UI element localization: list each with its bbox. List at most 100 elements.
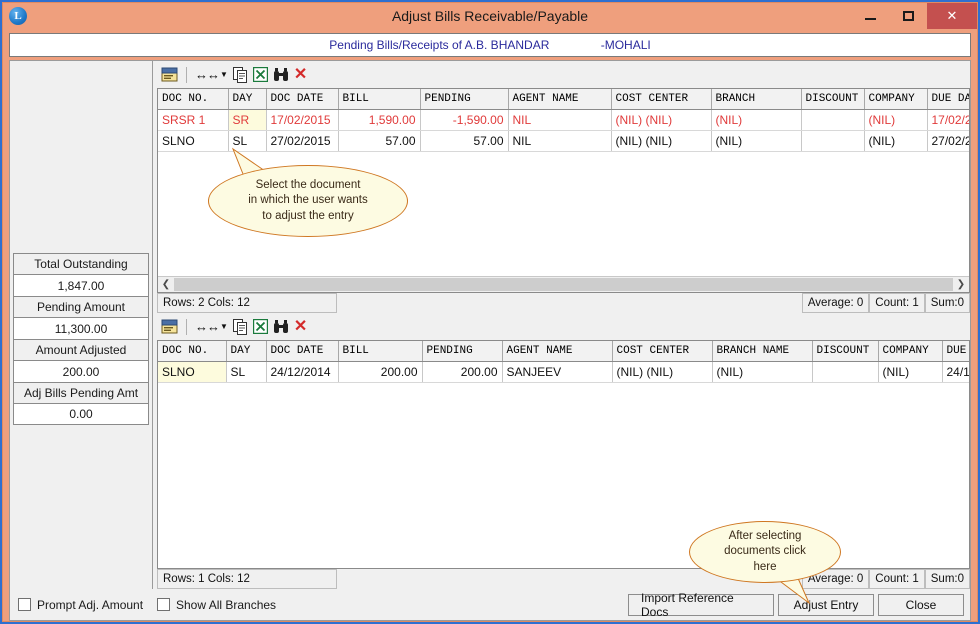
stat-label-amount-adjusted: Amount Adjusted bbox=[13, 339, 149, 360]
top-grid-horizontal-scrollbar[interactable]: ❮ ❯ bbox=[158, 276, 969, 292]
form-icon[interactable] bbox=[161, 317, 178, 337]
table-row[interactable]: SLNO SL 24/12/2014 200.00 200.00 SANJEEV… bbox=[158, 361, 969, 382]
col-branch[interactable]: BRANCH bbox=[711, 89, 801, 109]
cell-pending[interactable]: 200.00 bbox=[422, 361, 502, 382]
cell-branch[interactable]: (NIL) bbox=[711, 109, 801, 130]
find-binoculars-icon[interactable] bbox=[273, 65, 289, 85]
close-button[interactable]: ✕ bbox=[927, 3, 977, 29]
cell-company[interactable]: (NIL) bbox=[864, 130, 927, 151]
cell-branch-name[interactable]: (NIL) bbox=[712, 361, 812, 382]
col-doc-no[interactable]: DOC NO. bbox=[158, 341, 226, 361]
cell-day[interactable]: SR bbox=[228, 109, 266, 130]
cell-bill[interactable]: 1,590.00 bbox=[338, 109, 420, 130]
form-icon[interactable] bbox=[161, 65, 178, 85]
col-cost-center[interactable]: COST CENTER bbox=[612, 341, 712, 361]
col-doc-date[interactable]: DOC DATE bbox=[266, 341, 338, 361]
cell-doc-date[interactable]: 27/02/2015 bbox=[266, 130, 338, 151]
cell-discount[interactable] bbox=[801, 130, 864, 151]
cell-due-date[interactable]: 27/02/2015 bbox=[927, 130, 969, 151]
adjusted-bills-grid[interactable]: DOC NO. DAY DOC DATE BILL PENDING AGENT … bbox=[157, 340, 970, 569]
checkbox-icon[interactable] bbox=[157, 598, 170, 611]
cell-due-date[interactable]: 24/12/2014 bbox=[942, 361, 969, 382]
col-doc-date[interactable]: DOC DATE bbox=[266, 89, 338, 109]
col-day[interactable]: DAY bbox=[226, 341, 266, 361]
col-doc-no[interactable]: DOC NO. bbox=[158, 89, 228, 109]
cell-cost-center[interactable]: (NIL) (NIL) bbox=[611, 109, 711, 130]
cell-doc-no[interactable]: SRSR 1 bbox=[158, 109, 228, 130]
cell-pending[interactable]: 57.00 bbox=[420, 130, 508, 151]
col-discount[interactable]: DISCOUNT bbox=[801, 89, 864, 109]
cell-due-date[interactable]: 17/02/2015 bbox=[927, 109, 969, 130]
cell-discount[interactable] bbox=[812, 361, 878, 382]
stat-value-total-outstanding: 1,847.00 bbox=[13, 274, 149, 296]
cell-cost-center[interactable]: (NIL) (NIL) bbox=[612, 361, 712, 382]
excel-export-icon[interactable] bbox=[253, 65, 268, 85]
cell-day[interactable]: SL bbox=[226, 361, 266, 382]
bottom-grid-table: DOC NO. DAY DOC DATE BILL PENDING AGENT … bbox=[158, 341, 969, 383]
scroll-right-icon[interactable]: ❯ bbox=[953, 277, 969, 292]
cell-bill[interactable]: 200.00 bbox=[338, 361, 422, 382]
cell-bill[interactable]: 57.00 bbox=[338, 130, 420, 151]
caption-group: Pending Bills/Receipts of A.B. BHANDAR -… bbox=[329, 38, 650, 52]
bottom-grid-count: Count: 1 bbox=[869, 569, 924, 589]
cell-branch[interactable]: (NIL) bbox=[711, 130, 801, 151]
maximize-icon bbox=[903, 11, 914, 21]
table-row[interactable]: SLNO SL 27/02/2015 57.00 57.00 NIL (NIL)… bbox=[158, 130, 969, 151]
bottom-grid-header-row: DOC NO. DAY DOC DATE BILL PENDING AGENT … bbox=[158, 341, 969, 361]
close-dialog-button[interactable]: Close bbox=[878, 594, 964, 616]
scroll-thumb[interactable] bbox=[174, 278, 953, 291]
cell-agent-name[interactable]: NIL bbox=[508, 130, 611, 151]
copy-icon[interactable] bbox=[233, 317, 248, 337]
delete-x-icon[interactable]: ✕ bbox=[294, 317, 307, 337]
col-pending[interactable]: PENDING bbox=[422, 341, 502, 361]
cell-cost-center[interactable]: (NIL) (NIL) bbox=[611, 130, 711, 151]
prompt-adj-amount-checkbox[interactable]: Prompt Adj. Amount bbox=[10, 598, 153, 612]
top-grid-scroll-area: DOC NO. DAY DOC DATE BILL PENDING AGENT … bbox=[158, 89, 969, 276]
cell-doc-no[interactable]: SLNO bbox=[158, 361, 226, 382]
import-reference-docs-button[interactable]: Import Reference Docs bbox=[628, 594, 774, 616]
col-day[interactable]: DAY bbox=[228, 89, 266, 109]
cell-pending[interactable]: -1,590.00 bbox=[420, 109, 508, 130]
cell-company[interactable]: (NIL) bbox=[864, 109, 927, 130]
adjust-entry-button[interactable]: Adjust Entry bbox=[778, 594, 874, 616]
find-binoculars-icon[interactable] bbox=[273, 317, 289, 337]
scroll-left-icon[interactable]: ❮ bbox=[158, 277, 174, 292]
col-due-date[interactable]: DUE DATE bbox=[942, 341, 969, 361]
col-branch-name[interactable]: BRANCH NAME bbox=[712, 341, 812, 361]
cell-discount[interactable] bbox=[801, 109, 864, 130]
col-bill[interactable]: BILL bbox=[338, 89, 420, 109]
fit-columns-icon[interactable]: ↔↔▼ bbox=[195, 317, 228, 337]
bottom-grid-rows-cols: Rows: 1 Cols: 12 bbox=[157, 569, 337, 589]
col-discount[interactable]: DISCOUNT bbox=[812, 341, 878, 361]
minimize-button[interactable] bbox=[851, 3, 889, 29]
col-company[interactable]: COMPANY bbox=[864, 89, 927, 109]
stat-label-pending-amount: Pending Amount bbox=[13, 296, 149, 317]
cell-agent-name[interactable]: SANJEEV bbox=[502, 361, 612, 382]
col-cost-center[interactable]: COST CENTER bbox=[611, 89, 711, 109]
footer-buttons: Import Reference Docs Adjust Entry Close bbox=[628, 594, 964, 616]
cell-doc-date[interactable]: 17/02/2015 bbox=[266, 109, 338, 130]
pending-bills-grid[interactable]: DOC NO. DAY DOC DATE BILL PENDING AGENT … bbox=[157, 88, 970, 293]
cell-day[interactable]: SL bbox=[228, 130, 266, 151]
cell-agent-name[interactable]: NIL bbox=[508, 109, 611, 130]
excel-export-icon[interactable] bbox=[253, 317, 268, 337]
col-agent-name[interactable]: AGENT NAME bbox=[508, 89, 611, 109]
col-bill[interactable]: BILL bbox=[338, 341, 422, 361]
cell-doc-date[interactable]: 24/12/2014 bbox=[266, 361, 338, 382]
cell-doc-no[interactable]: SLNO bbox=[158, 130, 228, 151]
table-row[interactable]: SRSR 1 SR 17/02/2015 1,590.00 -1,590.00 … bbox=[158, 109, 969, 130]
bottom-grid-status-bar: Rows: 1 Cols: 12 Average: 0 Count: 1 Sum… bbox=[157, 569, 970, 589]
maximize-button[interactable] bbox=[889, 3, 927, 29]
col-agent-name[interactable]: AGENT NAME bbox=[502, 341, 612, 361]
copy-icon[interactable] bbox=[233, 65, 248, 85]
show-all-branches-checkbox[interactable]: Show All Branches bbox=[153, 598, 276, 612]
cell-company[interactable]: (NIL) bbox=[878, 361, 942, 382]
checkbox-icon[interactable] bbox=[18, 598, 31, 611]
col-pending[interactable]: PENDING bbox=[420, 89, 508, 109]
col-company[interactable]: COMPANY bbox=[878, 341, 942, 361]
top-grid-rows-cols: Rows: 2 Cols: 12 bbox=[157, 293, 337, 313]
delete-x-icon[interactable]: ✕ bbox=[294, 65, 307, 85]
col-due-date[interactable]: DUE DATE bbox=[927, 89, 969, 109]
fit-columns-icon[interactable]: ↔↔▼ bbox=[195, 65, 228, 85]
scroll-track[interactable] bbox=[174, 277, 953, 292]
